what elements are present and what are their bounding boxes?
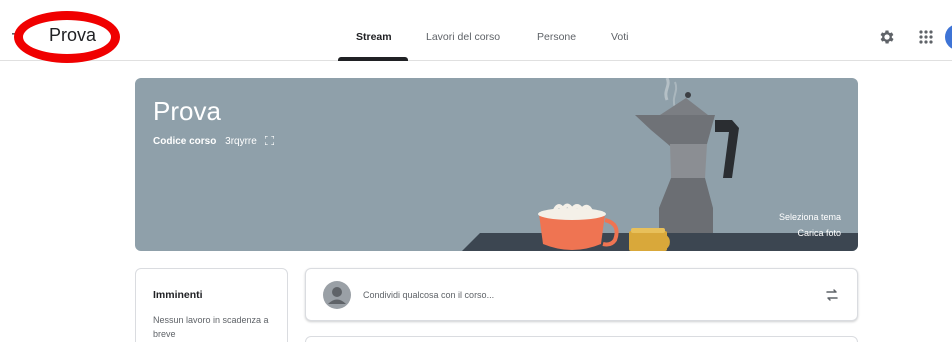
tab-people[interactable]: Persone [537,31,576,43]
course-code: Codice corso 3rqyrre [153,135,275,147]
course-code-label: Codice corso [153,136,217,147]
share-announcement-box[interactable]: Condividi qualcosa con il corso... [305,268,858,321]
share-placeholder[interactable]: Condividi qualcosa con il corso... [363,290,494,300]
upcoming-panel: Imminenti Nessun lavoro in scadenza a br… [135,268,288,342]
top-bar: Prova Stream Lavori del corso Persone Vo… [0,0,952,61]
select-theme-link[interactable]: Seleziona tema [779,212,841,222]
annotation-circle [14,11,120,63]
coffee-illustration [462,78,858,251]
gear-icon[interactable] [878,28,896,46]
avatar[interactable] [945,24,952,50]
tab-grades[interactable]: Voti [611,31,629,43]
upcoming-empty-text: Nessun lavoro in scadenza a breve [153,315,269,339]
repost-icon[interactable] [824,287,840,303]
stream-post-card [305,336,858,342]
user-avatar-icon [323,281,351,309]
active-tab-indicator [338,57,408,61]
apps-icon[interactable] [918,29,934,45]
course-code-value: 3rqyrre [225,136,257,147]
upload-photo-link[interactable]: Carica foto [797,228,841,238]
tab-classwork[interactable]: Lavori del corso [426,31,500,43]
banner-course-title: Prova [153,96,221,126]
fullscreen-icon[interactable] [264,135,275,146]
tab-stream[interactable]: Stream [356,31,392,43]
upcoming-title: Imminenti [153,289,203,301]
course-banner: Prova Codice corso 3rqyrre Seleziona tem… [135,78,858,251]
